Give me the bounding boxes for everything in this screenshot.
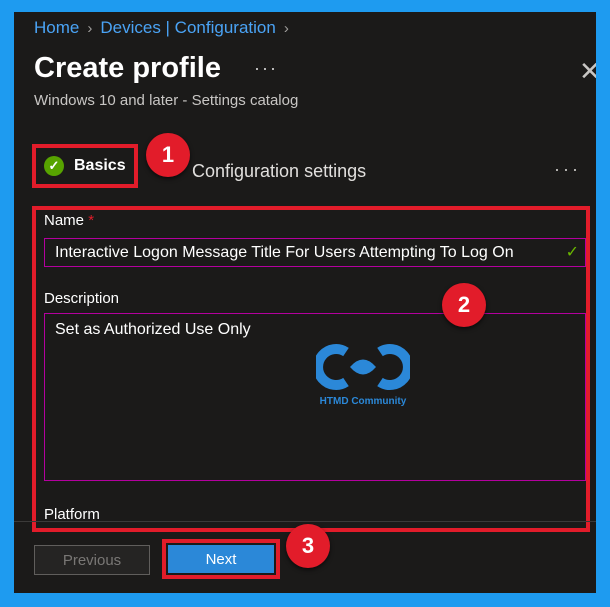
next-button[interactable]: Next bbox=[168, 545, 274, 573]
breadcrumb-separator-icon: › bbox=[283, 19, 289, 37]
step-configuration-settings[interactable]: Configuration settings bbox=[192, 161, 366, 182]
previous-button[interactable]: Previous bbox=[34, 545, 150, 575]
annotation-badge-1: 1 bbox=[146, 133, 190, 177]
description-input-value: Set as Authorized Use Only bbox=[55, 321, 251, 338]
breadcrumb: Home › Devices | Configuration › bbox=[34, 18, 289, 38]
breadcrumb-home[interactable]: Home bbox=[34, 18, 79, 38]
footer-divider bbox=[14, 521, 596, 522]
next-button-highlight: Next bbox=[162, 539, 280, 579]
steps-more-icon[interactable]: ··· bbox=[554, 159, 581, 180]
step-basics-label: Basics bbox=[74, 157, 126, 174]
name-input[interactable]: Interactive Logon Message Title For User… bbox=[44, 238, 586, 267]
description-label: Description bbox=[44, 290, 120, 307]
create-profile-panel: Home › Devices | Configuration › Create … bbox=[14, 12, 596, 593]
annotation-badge-2: 2 bbox=[442, 283, 486, 327]
step-basics[interactable]: ✓ Basics bbox=[32, 144, 138, 188]
more-options-icon[interactable]: ··· bbox=[254, 58, 278, 79]
watermark-text: HTMD Community bbox=[319, 396, 407, 407]
htmd-logo-icon bbox=[316, 344, 410, 390]
required-marker: * bbox=[88, 212, 95, 229]
annotation-badge-3: 3 bbox=[286, 524, 330, 568]
breadcrumb-devices-configuration[interactable]: Devices | Configuration bbox=[100, 18, 275, 38]
close-icon[interactable]: ✕ bbox=[579, 58, 596, 84]
description-input[interactable]: Set as Authorized Use Only bbox=[44, 313, 586, 481]
name-input-value: Interactive Logon Message Title For User… bbox=[55, 243, 514, 261]
checkmark-icon: ✓ bbox=[565, 244, 579, 261]
page-title: Create profile bbox=[34, 52, 221, 84]
name-label: Name * bbox=[44, 212, 95, 229]
breadcrumb-separator-icon: › bbox=[87, 19, 93, 37]
check-circle-icon: ✓ bbox=[44, 156, 64, 176]
page-subtitle: Windows 10 and later - Settings catalog bbox=[34, 92, 299, 109]
